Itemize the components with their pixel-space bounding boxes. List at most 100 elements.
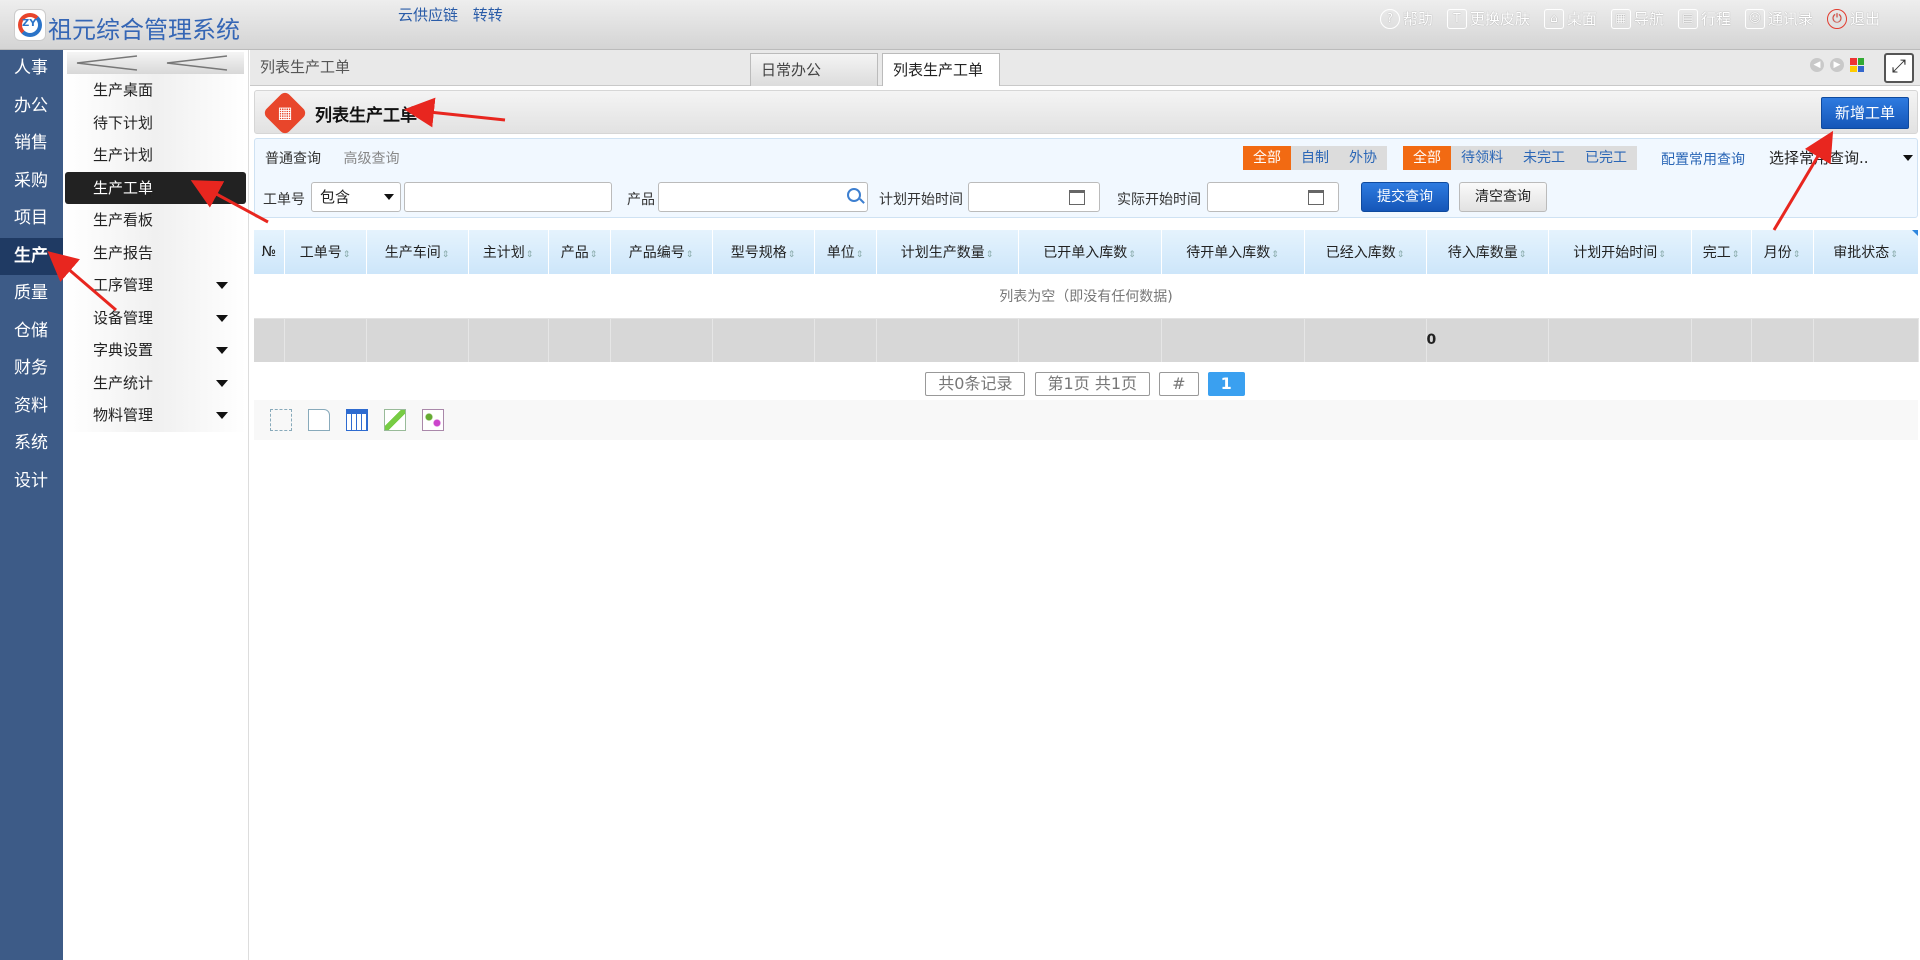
tab-next-icon[interactable]: ▶ <box>1830 58 1844 72</box>
fullscreen-icon[interactable]: ⤢ <box>1884 53 1914 83</box>
tab-list-icon[interactable] <box>1850 58 1864 72</box>
page-1-button[interactable]: 1 <box>1207 372 1245 396</box>
calendar-icon[interactable] <box>1069 190 1085 205</box>
sub-item-dictionary[interactable]: 字典设置 <box>65 334 246 367</box>
col-approval-status[interactable]: 审批状态⇕ <box>1813 230 1919 274</box>
submit-query-button[interactable]: 提交查询 <box>1361 182 1449 212</box>
sub-item-process-mgmt[interactable]: 工序管理 <box>65 269 246 302</box>
col-order-no[interactable]: 工单号⇕ <box>284 230 367 274</box>
sub-nav: 生产桌面 待下计划 生产计划 生产工单 生产看板 生产报告 工序管理 设备管理 … <box>63 50 249 960</box>
main-nav: 人事 办公 销售 采购 项目 生产 质量 仓储 财务 资料 系统 设计 <box>0 50 63 960</box>
app-title: 祖元综合管理系统 <box>48 16 240 44</box>
search-icon[interactable] <box>847 188 861 202</box>
nav-item-system[interactable]: 系统 <box>0 425 63 463</box>
collapse-sidebar-button[interactable] <box>67 52 244 74</box>
col-index[interactable]: № <box>254 230 285 274</box>
col-unit[interactable]: 单位⇕ <box>814 230 877 274</box>
col-unbilled-in-qty[interactable]: 待开单入库数⇕ <box>1161 230 1305 274</box>
nav-item-office[interactable]: 办公 <box>0 88 63 126</box>
tab-daily-office[interactable]: 日常办公（new) <box>750 53 878 112</box>
schedule-button[interactable]: ▤ 行程 <box>1677 8 1731 29</box>
nav-item-design[interactable]: 设计 <box>0 463 63 501</box>
col-label: 已开单入库数 <box>1043 245 1128 261</box>
tab-bar: 列表生产工单 日常办公（new) 列表生产工单× ◀ ▶ ⤢ <box>250 50 1920 112</box>
document-icon[interactable] <box>308 409 330 431</box>
tab-advanced-query[interactable]: 高级查询 <box>343 151 399 167</box>
page-jump-button[interactable]: # <box>1159 372 1199 396</box>
nav-item-sales[interactable]: 销售 <box>0 125 63 163</box>
change-skin-label: 更换皮肤 <box>1469 10 1530 28</box>
col-plan-start-time[interactable]: 计划开始时间⇕ <box>1548 230 1692 274</box>
nav-item-data[interactable]: 资料 <box>0 388 63 426</box>
tab-normal-query[interactable]: 普通查询 <box>265 151 321 167</box>
summary-row: 0 <box>254 318 1919 362</box>
product-input[interactable] <box>658 182 868 212</box>
col-workshop[interactable]: 生产车间⇕ <box>366 230 469 274</box>
help-button[interactable]: ? 帮助 <box>1379 8 1433 29</box>
tab-prev-icon[interactable]: ◀ <box>1810 58 1824 72</box>
order-no-input[interactable] <box>404 182 612 212</box>
col-product-code[interactable]: 产品编号⇕ <box>610 230 713 274</box>
filter-status-finished[interactable]: 已完工 <box>1575 146 1637 170</box>
col-label: № <box>261 244 277 260</box>
sort-icon: ⇕ <box>441 250 450 260</box>
filter-source-outsource[interactable]: 外协 <box>1339 146 1387 170</box>
puzzle-icon[interactable] <box>422 409 444 431</box>
col-pending-stock-qty[interactable]: 待入库数量⇕ <box>1426 230 1549 274</box>
calendar-icon[interactable] <box>1308 190 1324 205</box>
nav-item-production[interactable]: 生产 <box>0 237 63 275</box>
filter-status-all[interactable]: 全部 <box>1403 146 1451 170</box>
schedule-label: 行程 <box>1700 10 1731 28</box>
filter-source-self[interactable]: 自制 <box>1291 146 1339 170</box>
sub-item-production-plan[interactable]: 生产计划 <box>65 139 246 172</box>
col-product[interactable]: 产品⇕ <box>548 230 611 274</box>
actual-start-date-input[interactable] <box>1207 182 1339 212</box>
link-zhuanzhuan[interactable]: 转转 <box>473 6 503 24</box>
nav-item-warehouse[interactable]: 仓储 <box>0 313 63 351</box>
sub-item-statistics[interactable]: 生产统计 <box>65 366 246 399</box>
spreadsheet-icon[interactable] <box>346 409 368 431</box>
sub-item-equipment-mgmt[interactable]: 设备管理 <box>65 301 246 334</box>
clear-query-button[interactable]: 清空查询 <box>1459 182 1547 212</box>
app-logo[interactable]: ZY <box>14 9 46 41</box>
filter-source-all[interactable]: 全部 <box>1243 146 1291 170</box>
tab-work-order-list[interactable]: 列表生产工单× <box>882 53 1000 112</box>
col-stocked-qty[interactable]: 已经入库数⇕ <box>1304 230 1427 274</box>
col-month[interactable]: 月份⇕ <box>1751 230 1814 274</box>
sub-item-kanban[interactable]: 生产看板 <box>65 204 246 237</box>
sub-item-production-desktop[interactable]: 生产桌面 <box>65 74 246 107</box>
sub-item-work-order[interactable]: 生产工单 <box>65 171 246 204</box>
col-master-plan[interactable]: 主计划⇕ <box>468 230 549 274</box>
nav-item-hr[interactable]: 人事 <box>0 50 63 88</box>
nav-item-project[interactable]: 项目 <box>0 200 63 238</box>
edit-icon[interactable] <box>384 409 406 431</box>
common-query-select[interactable]: 选择常用查询.. <box>1769 145 1917 171</box>
col-planned-qty[interactable]: 计划生产数量⇕ <box>876 230 1019 274</box>
nav-item-quality[interactable]: 质量 <box>0 275 63 313</box>
sub-item-pending-plan[interactable]: 待下计划 <box>65 106 246 139</box>
contacts-button[interactable]: ☺ 通讯录 <box>1744 8 1813 29</box>
sub-item-label: 工序管理 <box>93 276 154 294</box>
config-common-query-link[interactable]: 配置常用查询 <box>1661 149 1745 169</box>
order-no-operator-select[interactable]: 包含 <box>311 182 401 212</box>
link-cloud-supply-chain[interactable]: 云供应链 <box>398 6 458 24</box>
sub-item-report[interactable]: 生产报告 <box>65 236 246 269</box>
add-work-order-button[interactable]: 新增工单 <box>1821 97 1909 129</box>
select-area-icon[interactable] <box>270 409 292 431</box>
col-finished[interactable]: 完工⇕ <box>1691 230 1752 274</box>
filter-status-pending-material[interactable]: 待领料 <box>1451 146 1513 170</box>
sub-item-material-mgmt[interactable]: 物料管理 <box>65 399 246 432</box>
caret-down-icon <box>216 314 228 322</box>
filter-status-unfinished[interactable]: 未完工 <box>1513 146 1575 170</box>
col-billed-in-qty[interactable]: 已开单入库数⇕ <box>1018 230 1162 274</box>
nav-item-purchase[interactable]: 采购 <box>0 163 63 201</box>
change-skin-button[interactable]: T 更换皮肤 <box>1446 8 1530 29</box>
summary-cell <box>1018 318 1162 362</box>
logout-button[interactable]: ⏻ 退出 <box>1826 8 1880 29</box>
navigation-button[interactable]: ▦ 导航 <box>1610 8 1664 29</box>
nav-item-finance[interactable]: 财务 <box>0 350 63 388</box>
plan-start-date-input[interactable] <box>968 182 1100 212</box>
col-model-spec[interactable]: 型号规格⇕ <box>712 230 815 274</box>
desktop-button[interactable]: ⌂ 桌面 <box>1543 8 1597 29</box>
desktop-label: 桌面 <box>1566 10 1597 28</box>
